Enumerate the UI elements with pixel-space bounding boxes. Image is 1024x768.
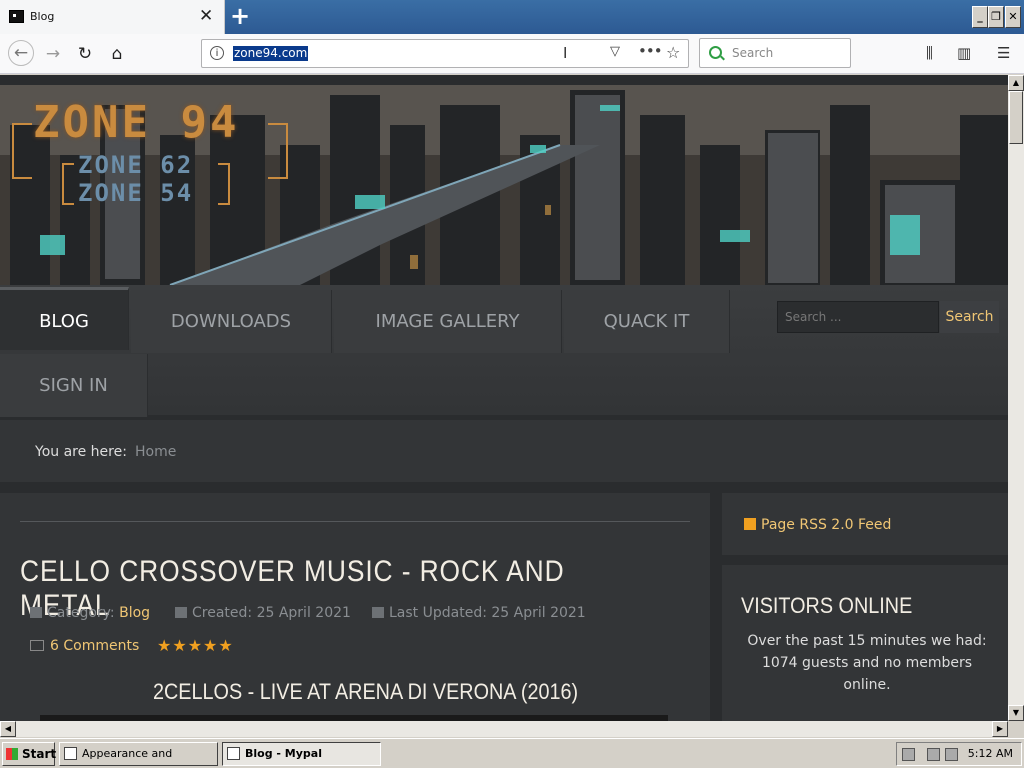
visitors-module: VISITORS ONLINE Over the past 15 minutes… (722, 565, 1008, 721)
menu-item-quack-it[interactable]: QUACK IT (564, 290, 730, 353)
category-link[interactable]: Blog (119, 605, 150, 621)
tab-strip: Blog ✕ + _ ❐ ✕ (0, 0, 1024, 34)
article-category: Category: Blog (30, 605, 150, 621)
logo-bracket-left (12, 123, 32, 179)
close-window-button[interactable]: ✕ (1005, 6, 1021, 28)
address-bar[interactable]: i zone94.com I ▽ ••• ☆ (201, 39, 689, 68)
article: CELLO CROSSOVER MUSIC - ROCK AND METAL C… (0, 493, 710, 721)
site-logo[interactable]: ZONE 94 (33, 97, 239, 148)
taskbar-item-label: Blog - Mypal (245, 747, 322, 760)
chevron-down-icon[interactable]: ▽ (610, 44, 620, 59)
article-updated: Last Updated: 25 April 2021 (372, 605, 586, 621)
start-button[interactable]: Start (2, 742, 56, 766)
page-actions-icon[interactable]: ••• (638, 42, 663, 60)
logo-subtitle-2: ZONE 54 (78, 179, 194, 207)
rss-module: Page RSS 2.0 Feed (722, 493, 1008, 555)
logo-bracket-inner-right (218, 163, 230, 205)
updated-date: Last Updated: 25 April 2021 (389, 605, 586, 621)
comment-icon (30, 640, 44, 651)
navigation-toolbar: ← → ↻ ⌂ i zone94.com I ▽ ••• ☆ Search ⫼ … (0, 34, 1024, 74)
web-page: ZONE 94 ZONE 62 ZONE 54 BLOG DOWNLOADS I… (0, 75, 1008, 721)
reload-icon[interactable]: ↻ (74, 43, 96, 65)
browser-search-input[interactable]: Search (699, 38, 851, 68)
url-text[interactable]: zone94.com (233, 46, 309, 61)
visitors-title: VISITORS ONLINE (741, 593, 913, 618)
text-cursor-icon: I (563, 44, 568, 62)
sidebar-icon[interactable]: ▥ (957, 44, 971, 62)
browser-icon (227, 747, 240, 760)
control-panel-icon (64, 747, 77, 760)
horizontal-scrollbar[interactable] (0, 721, 1008, 737)
logo-subtitle-1: ZONE 62 (78, 151, 194, 179)
back-icon[interactable]: ← (8, 40, 34, 66)
scroll-right-arrow-icon[interactable]: ▶ (992, 721, 1008, 737)
divider (20, 521, 690, 522)
article-subtitle: 2CELLOS - LIVE AT ARENA DI VERONA (2016) (153, 679, 579, 704)
volume-icon[interactable] (945, 748, 958, 761)
rss-feed-link[interactable]: Page RSS 2.0 Feed (744, 517, 891, 533)
scroll-down-arrow-icon[interactable]: ▼ (1008, 705, 1024, 721)
created-date: Created: 25 April 2021 (192, 605, 351, 621)
breadcrumb-label: You are here: (35, 444, 127, 460)
tab-blog[interactable]: Blog ✕ (0, 0, 225, 34)
breadcrumb: You are here: Home (0, 420, 1008, 482)
taskbar-item-browser[interactable]: Blog - Mypal (222, 742, 381, 766)
tab-title: Blog (30, 10, 55, 23)
article-created: Created: 25 April 2021 (175, 605, 351, 621)
clock[interactable]: 5:12 AM (968, 747, 1013, 760)
scroll-up-arrow-icon[interactable]: ▲ (1008, 75, 1024, 91)
visitors-text: Over the past 15 minutes we had: 1074 gu… (747, 633, 987, 693)
rating-stars[interactable]: ★★★★★ (157, 636, 234, 655)
menu-item-blog[interactable]: BLOG (0, 287, 129, 350)
system-tray: 5:12 AM (896, 742, 1022, 766)
restore-button[interactable]: ❐ (988, 6, 1004, 28)
new-tab-button[interactable]: + (230, 3, 250, 29)
comments-link[interactable]: 6 Comments (30, 638, 139, 654)
bookmark-star-icon[interactable]: ☆ (666, 43, 680, 62)
taskbar-item-appearance[interactable]: Appearance and Themes (59, 742, 218, 766)
library-icon[interactable]: ⫼ (926, 44, 933, 62)
site-search-input[interactable]: Search ... (777, 301, 939, 333)
menu-item-downloads[interactable]: DOWNLOADS (131, 290, 332, 353)
rss-icon (744, 518, 756, 530)
calendar-icon (372, 607, 384, 618)
taskbar: Start Appearance and Themes Blog - Mypal… (0, 738, 1024, 768)
search-icon (709, 46, 722, 59)
minimize-button[interactable]: _ (972, 6, 988, 28)
scroll-left-arrow-icon[interactable]: ◀ (0, 721, 16, 737)
info-icon[interactable]: i (210, 46, 224, 60)
menu-item-image-gallery[interactable]: IMAGE GALLERY (334, 290, 562, 353)
network-icon[interactable] (927, 748, 940, 761)
folder-icon (30, 607, 42, 618)
forward-icon[interactable]: → (42, 43, 64, 65)
site-banner: ZONE 94 ZONE 62 ZONE 54 (0, 85, 1008, 285)
search-placeholder: Search (732, 46, 774, 60)
home-icon[interactable]: ⌂ (106, 43, 128, 65)
menu-item-sign-in[interactable]: SIGN IN (0, 354, 148, 417)
logo-bracket-inner-left (62, 163, 74, 205)
taskbar-item-label: Appearance and Themes (82, 747, 173, 760)
category-label: Category: (47, 605, 115, 621)
hamburger-menu-icon[interactable]: ☰ (997, 44, 1010, 62)
logo-bracket-right (268, 123, 288, 179)
breadcrumb-home-link[interactable]: Home (135, 444, 176, 460)
vertical-scrollbar[interactable] (1008, 75, 1024, 721)
rss-label[interactable]: Page RSS 2.0 Feed (761, 517, 891, 533)
close-tab-icon[interactable]: ✕ (199, 6, 213, 26)
vertical-scroll-thumb[interactable] (1009, 91, 1023, 144)
calendar-icon (175, 607, 187, 618)
main-menu: BLOG DOWNLOADS IMAGE GALLERY QUACK IT SI… (0, 285, 1008, 417)
site-search-button[interactable]: Search (940, 301, 999, 333)
keyboard-icon[interactable] (902, 748, 915, 761)
site-favicon-icon (9, 10, 24, 23)
comments-count[interactable]: 6 Comments (50, 638, 139, 654)
scroll-corner (1008, 721, 1024, 737)
